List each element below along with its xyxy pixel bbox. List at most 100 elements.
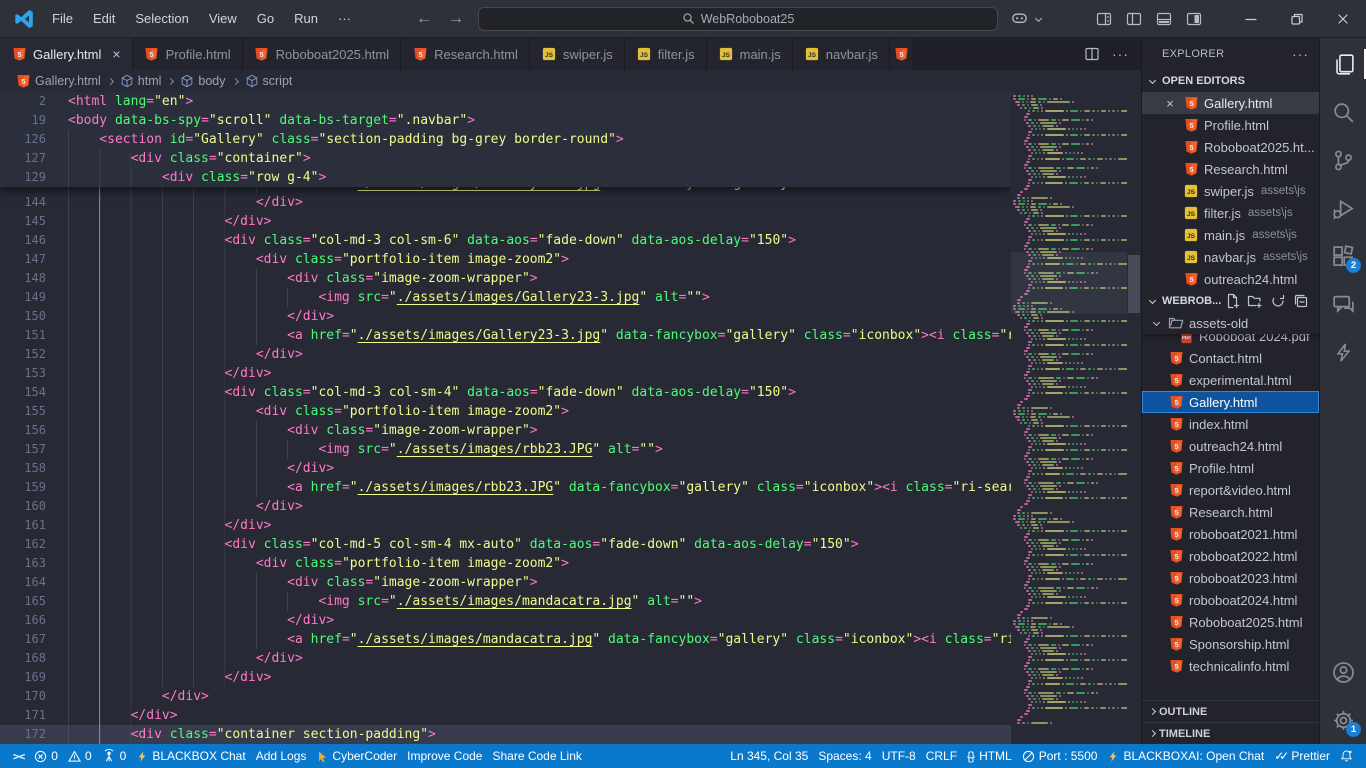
tab-Gallery.html[interactable]: 5Gallery.html×: [0, 38, 133, 70]
status-cybercoder[interactable]: CyberCoder: [311, 744, 402, 768]
new-folder-icon[interactable]: [1247, 293, 1263, 309]
refresh-explorer-icon[interactable]: [1270, 293, 1286, 309]
open-editor-navbar.js[interactable]: JSnavbar.jsassets\js: [1142, 246, 1319, 268]
minimap-slider[interactable]: [1011, 252, 1127, 314]
toggle-panel-left-icon[interactable]: [1126, 11, 1142, 27]
status-add-logs[interactable]: Add Logs: [251, 744, 312, 768]
tree-item-Sponsorship.html[interactable]: 5Sponsorship.html: [1142, 633, 1319, 655]
open-editor-filter.js[interactable]: JSfilter.jsassets\js: [1142, 202, 1319, 224]
files-icon[interactable]: [1320, 40, 1366, 88]
status-share-code-link[interactable]: Share Code Link: [487, 744, 586, 768]
status-bell-icon[interactable]: [1335, 744, 1358, 768]
status-0[interactable]: 0: [63, 744, 97, 768]
extensions-icon[interactable]: 2: [1320, 232, 1366, 280]
tree-item-roboboat2024.html[interactable]: 5roboboat2024.html: [1142, 589, 1319, 611]
tab-Profile.html[interactable]: 5Profile.html: [133, 38, 243, 70]
code-editor[interactable]: 143<a href="./assets/images/Gallery23-2.…: [0, 92, 1011, 744]
menu-go[interactable]: Go: [248, 7, 283, 30]
run-debug-icon[interactable]: [1320, 184, 1366, 232]
copilot-menu[interactable]: [1010, 9, 1045, 28]
scrollbar-thumb[interactable]: [1128, 255, 1140, 313]
new-file-icon[interactable]: [1224, 293, 1240, 309]
history-forward-icon[interactable]: →: [448, 10, 464, 28]
tab-partial[interactable]: 5: [890, 38, 914, 70]
tab-Roboboat2025.html[interactable]: 5Roboboat2025.html: [243, 38, 401, 70]
sidebar-more-actions[interactable]: ···: [1292, 46, 1309, 62]
split-editor-icon[interactable]: [1084, 46, 1100, 62]
tree-item-Gallery.html[interactable]: 5Gallery.html: [1142, 391, 1319, 413]
status-0[interactable]: 0: [97, 744, 132, 768]
tree-item-roboboat2023.html[interactable]: 5roboboat2023.html: [1142, 567, 1319, 589]
bolt-icon[interactable]: [1320, 328, 1366, 376]
menu-run[interactable]: Run: [285, 7, 327, 30]
open-editor-outreach24.html[interactable]: 5outreach24.html: [1142, 268, 1319, 290]
tree-item-Research.html[interactable]: 5Research.html: [1142, 501, 1319, 523]
tab-main.js[interactable]: JSmain.js: [707, 38, 793, 70]
tab-filter.js[interactable]: JSfilter.js: [625, 38, 707, 70]
editor-more-actions[interactable]: ···: [1112, 46, 1129, 62]
history-back-icon[interactable]: ←: [416, 10, 432, 28]
tree-item-Contact.html[interactable]: 5Contact.html: [1142, 347, 1319, 369]
menu-edit[interactable]: Edit: [84, 7, 124, 30]
status-remote-icon[interactable]: ><: [8, 744, 29, 768]
status-ln-345-col-35[interactable]: Ln 345, Col 35: [725, 744, 813, 768]
open-editor-Profile.html[interactable]: 5Profile.html: [1142, 114, 1319, 136]
minimize-button[interactable]: [1228, 0, 1274, 37]
status-crlf[interactable]: CRLF: [921, 744, 962, 768]
status-blackboxai-open-chat[interactable]: BLACKBOXAI: Open Chat: [1102, 744, 1269, 768]
open-editor-swiper.js[interactable]: JSswiper.jsassets\js: [1142, 180, 1319, 202]
close-tab-icon[interactable]: ×: [112, 46, 120, 62]
tab-swiper.js[interactable]: JSswiper.js: [530, 38, 625, 70]
menu-view[interactable]: View: [200, 7, 246, 30]
tree-item-roboboat2022.html[interactable]: 5roboboat2022.html: [1142, 545, 1319, 567]
breadcrumb-body[interactable]: body: [180, 74, 225, 88]
restore-button[interactable]: [1274, 0, 1320, 37]
menu-selection[interactable]: Selection: [126, 7, 197, 30]
status-spaces-4[interactable]: Spaces: 4: [813, 744, 876, 768]
status-utf-8[interactable]: UTF-8: [877, 744, 921, 768]
menu-file[interactable]: File: [43, 7, 82, 30]
open-editor-Gallery.html[interactable]: ×5Gallery.html: [1142, 92, 1319, 114]
status-prettier[interactable]: ✓✓Prettier: [1269, 744, 1335, 768]
status-html[interactable]: {̴}HTML: [962, 744, 1017, 768]
customize-layout-icon[interactable]: [1096, 11, 1112, 27]
breadcrumb-file[interactable]: 5Gallery.html: [15, 73, 101, 89]
chat-icon[interactable]: [1320, 280, 1366, 328]
settings-gear-icon[interactable]: 1: [1320, 696, 1366, 744]
outline-section[interactable]: OUTLINE: [1142, 700, 1319, 722]
close-editor-icon[interactable]: ×: [1162, 96, 1178, 111]
tab-Research.html[interactable]: 5Research.html: [401, 38, 530, 70]
status-0[interactable]: 0: [29, 744, 63, 768]
open-editors-header[interactable]: OPEN EDITORS: [1142, 70, 1319, 92]
menu-[interactable]: ···: [329, 7, 360, 30]
tree-item-experimental.html[interactable]: 5experimental.html: [1142, 369, 1319, 391]
collapse-folders-icon[interactable]: [1293, 293, 1309, 309]
toggle-panel-right-icon[interactable]: [1186, 11, 1202, 27]
tree-item-clipped[interactable]: PDF Roboboat 2024.pdf: [1142, 334, 1319, 347]
timeline-section[interactable]: TIMELINE: [1142, 722, 1319, 744]
breadcrumb-html[interactable]: html: [120, 74, 162, 88]
workspace-header[interactable]: WEBROB...: [1142, 290, 1319, 312]
command-center-search[interactable]: WebRoboboat25: [478, 7, 998, 31]
source-control-icon[interactable]: [1320, 136, 1366, 184]
search-icon[interactable]: [1320, 88, 1366, 136]
open-editor-main.js[interactable]: JSmain.jsassets\js: [1142, 224, 1319, 246]
status-improve-code[interactable]: Improve Code: [402, 744, 487, 768]
minimap[interactable]: [1011, 92, 1127, 744]
tree-item-Roboboat2025.html[interactable]: 5Roboboat2025.html: [1142, 611, 1319, 633]
vertical-scrollbar[interactable]: [1127, 92, 1141, 744]
breadcrumb-script[interactable]: script: [245, 74, 293, 88]
tree-folder-assets-old[interactable]: assets-old: [1142, 312, 1319, 334]
open-editor-Research.html[interactable]: 5Research.html: [1142, 158, 1319, 180]
breadcrumb[interactable]: 5Gallery.html html body script: [0, 70, 1141, 92]
open-editor-Roboboat2025.ht...[interactable]: 5Roboboat2025.ht...: [1142, 136, 1319, 158]
toggle-panel-bottom-icon[interactable]: [1156, 11, 1172, 27]
tree-item-outreach24.html[interactable]: 5outreach24.html: [1142, 435, 1319, 457]
status-blackbox-chat[interactable]: BLACKBOX Chat: [131, 744, 250, 768]
tree-item-index.html[interactable]: 5index.html: [1142, 413, 1319, 435]
tree-item-technicalinfo.html[interactable]: 5technicalinfo.html: [1142, 655, 1319, 677]
tree-item-Profile.html[interactable]: 5Profile.html: [1142, 457, 1319, 479]
status-port-5500[interactable]: Port : 5500: [1017, 744, 1103, 768]
account-icon[interactable]: [1320, 648, 1366, 696]
tab-navbar.js[interactable]: JSnavbar.js: [793, 38, 890, 70]
